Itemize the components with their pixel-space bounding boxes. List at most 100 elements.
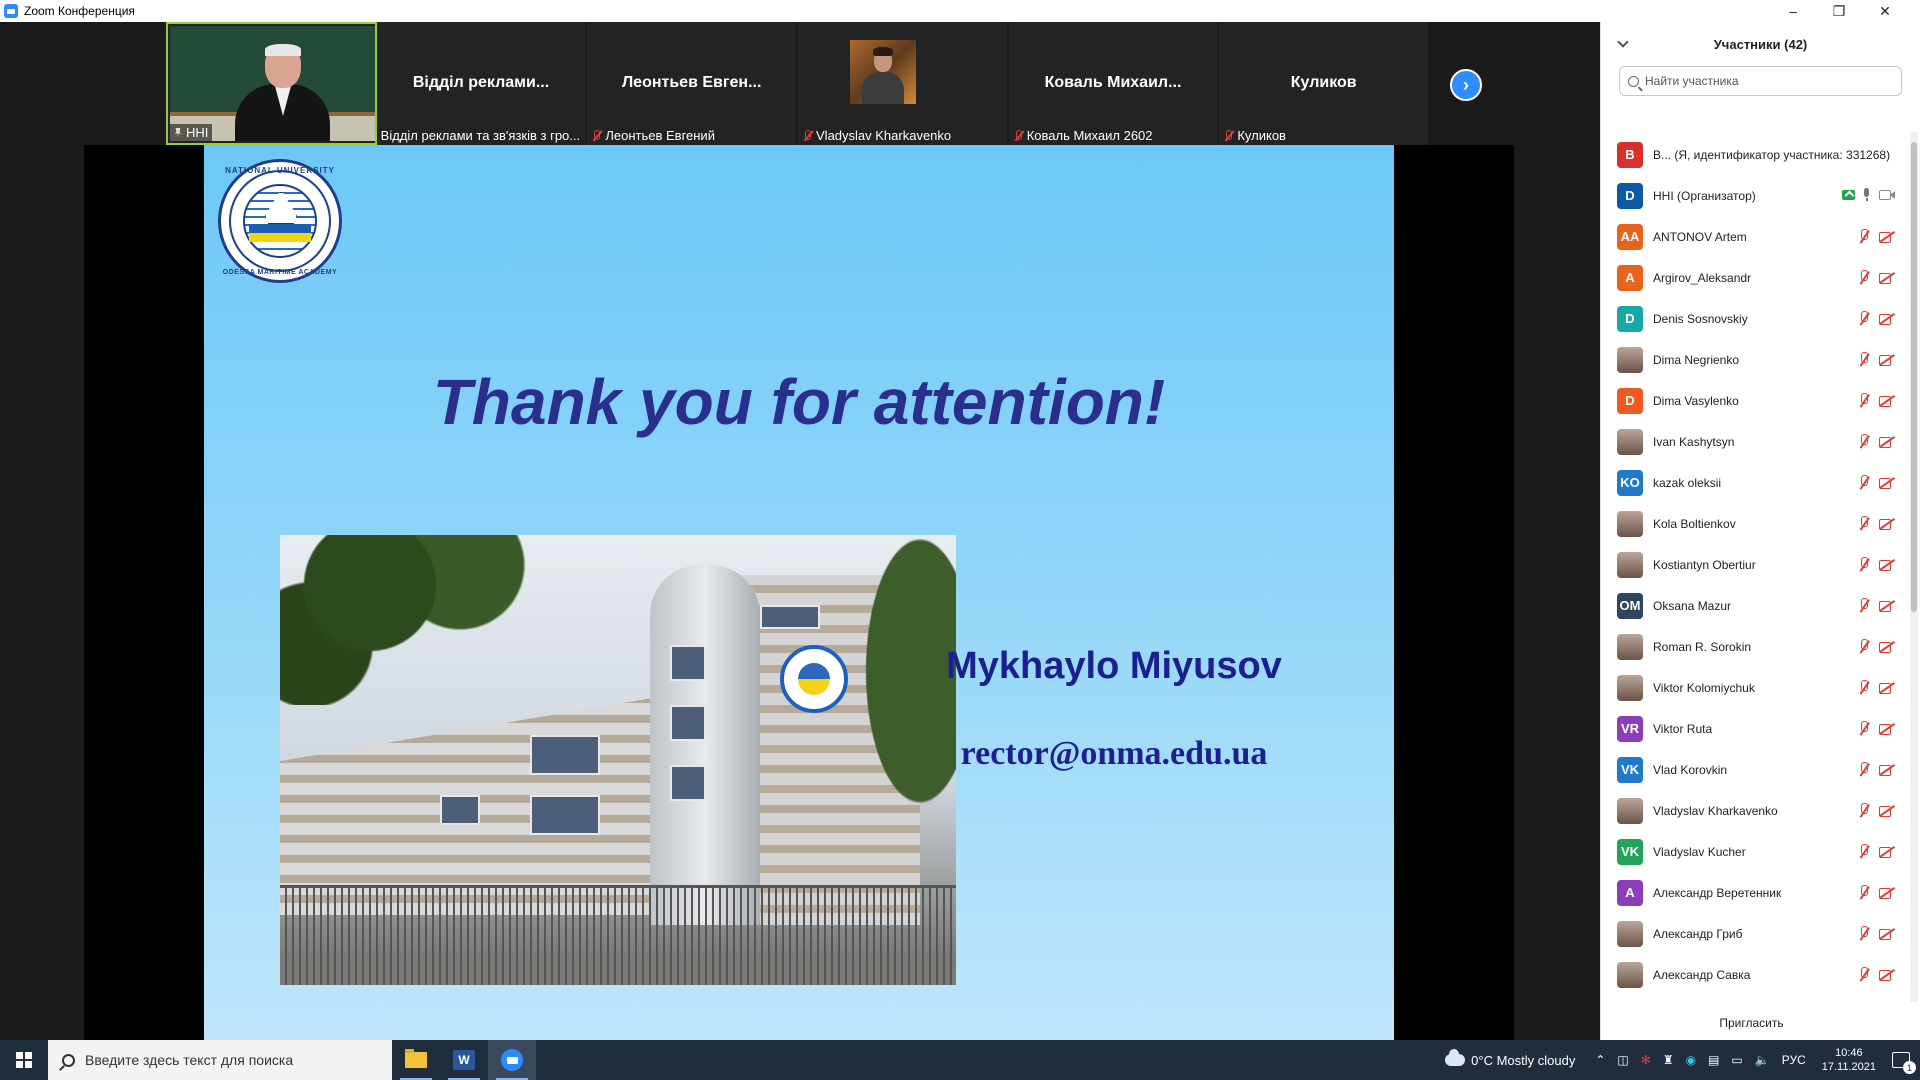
restore-button[interactable]: ❐	[1816, 0, 1862, 22]
camera-off-icon[interactable]	[1879, 477, 1895, 489]
clock[interactable]: 10:46 17.11.2021	[1822, 1046, 1876, 1074]
volume-muted-icon[interactable]: 🔈	[1755, 1053, 1770, 1067]
participant-row[interactable]: Ivan Kashytsyn	[1601, 421, 1903, 462]
camera-off-icon[interactable]	[1879, 805, 1895, 817]
language-indicator[interactable]: РУС	[1782, 1053, 1806, 1067]
tile-big-name: Леонтьев Евген...	[621, 74, 762, 91]
camera-off-icon[interactable]	[1879, 600, 1895, 612]
mic-muted-icon[interactable]	[1857, 557, 1871, 572]
camera-off-icon[interactable]	[1879, 313, 1895, 325]
gallery-strip: ННІ Відділ реклами... Відділ реклами та …	[166, 22, 1431, 145]
mic-muted-icon[interactable]	[1857, 393, 1871, 408]
mic-muted-icon[interactable]	[1857, 885, 1871, 900]
device-icon[interactable]: ◫	[1617, 1053, 1628, 1067]
participant-row[interactable]: D Denis Sosnovskiy	[1601, 298, 1903, 339]
participant-row[interactable]: Александр Савка	[1601, 954, 1903, 995]
mic-muted-icon[interactable]	[1857, 639, 1871, 654]
mic-muted-icon[interactable]	[1857, 844, 1871, 859]
participant-row[interactable]: D ННІ (Организатор)	[1601, 175, 1903, 216]
camera-off-icon[interactable]	[1879, 231, 1895, 243]
invite-button[interactable]: Пригласить	[1601, 1016, 1902, 1030]
video-tile[interactable]: Леонтьев Евген... Леонтьев Евгений	[587, 22, 799, 145]
participants-scrollbar[interactable]	[1910, 132, 1918, 1002]
camera-off-icon[interactable]	[1879, 928, 1895, 940]
mic-muted-icon[interactable]	[1857, 967, 1871, 982]
mic-muted-icon[interactable]	[1857, 598, 1871, 613]
camera-off-icon[interactable]	[1879, 846, 1895, 858]
video-tile-host[interactable]: ННІ	[166, 22, 377, 145]
participant-row[interactable]: D Dima Vasylenko	[1601, 380, 1903, 421]
participant-row[interactable]: VR Viktor Ruta	[1601, 708, 1903, 749]
app-tray-icon[interactable]: ✻	[1641, 1053, 1651, 1067]
participant-row[interactable]: A Argirov_Aleksandr	[1601, 257, 1903, 298]
camera-icon[interactable]	[1879, 189, 1895, 200]
minimize-button[interactable]: –	[1770, 0, 1816, 22]
participant-search[interactable]	[1619, 66, 1902, 96]
mic-muted-icon[interactable]	[1857, 762, 1871, 777]
camera-off-icon[interactable]	[1879, 682, 1895, 694]
participant-row[interactable]: KO kazak oleksii	[1601, 462, 1903, 503]
mic-muted-icon[interactable]	[1857, 434, 1871, 449]
participant-row[interactable]: B В... (Я, идентификатор участника: 33126…	[1601, 134, 1903, 175]
file-explorer-app[interactable]	[392, 1040, 440, 1080]
taskbar-search[interactable]: Введите здесь текст для поиска	[48, 1040, 392, 1080]
camera-off-icon[interactable]	[1879, 518, 1895, 530]
gallery-next-button[interactable]: ›	[1450, 69, 1482, 101]
participant-row[interactable]: VK Vlad Korovkin	[1601, 749, 1903, 790]
participant-status-icons	[1857, 680, 1895, 695]
video-tile[interactable]: Коваль Михаил... Коваль Михаил 2602	[1008, 22, 1220, 145]
video-tile[interactable]: Відділ реклами... Відділ реклами та зв'я…	[376, 22, 588, 145]
participant-row[interactable]: AA ANTONOV Artem	[1601, 216, 1903, 257]
mic-muted-icon[interactable]	[1857, 352, 1871, 367]
participant-row[interactable]: Kostiantyn Obertiur	[1601, 544, 1903, 585]
participant-row[interactable]: Vladyslav Kharkavenko	[1601, 790, 1903, 831]
participant-video	[850, 40, 917, 104]
participant-row[interactable]: Александр Гриб	[1601, 913, 1903, 954]
participant-row[interactable]: A Александр Веретенник	[1601, 872, 1903, 913]
participant-row[interactable]: OM Oksana Mazur	[1601, 585, 1903, 626]
camera-off-icon[interactable]	[1879, 354, 1895, 366]
app-tray-icon[interactable]: ♜	[1663, 1053, 1674, 1067]
participant-row[interactable]: Viktor Kolomiychuk	[1601, 667, 1903, 708]
participant-row[interactable]: Kola Boltienkov	[1601, 503, 1903, 544]
mic-muted-icon[interactable]	[1857, 311, 1871, 326]
weather-text[interactable]: 0°C Mostly cloudy	[1471, 1053, 1575, 1068]
camera-off-icon[interactable]	[1879, 436, 1895, 448]
zoom-app[interactable]	[488, 1040, 536, 1080]
mic-muted-icon[interactable]	[1857, 229, 1871, 244]
app-tray-icon[interactable]: ▤	[1708, 1053, 1719, 1067]
mic-muted-icon[interactable]	[1857, 516, 1871, 531]
mic-muted-icon[interactable]	[1857, 270, 1871, 285]
participant-row[interactable]: VK Vladyslav Kucher	[1601, 831, 1903, 872]
mic-muted-icon[interactable]	[1857, 803, 1871, 818]
network-icon[interactable]: ▭	[1731, 1053, 1742, 1067]
participant-row[interactable]: Roman R. Sorokin	[1601, 626, 1903, 667]
camera-off-icon[interactable]	[1879, 969, 1895, 981]
chevron-down-icon[interactable]	[1617, 36, 1629, 48]
mic-muted-icon[interactable]	[1857, 926, 1871, 941]
avatar: KO	[1617, 469, 1643, 496]
camera-off-icon[interactable]	[1879, 764, 1895, 776]
notifications-icon[interactable]: 1	[1892, 1052, 1916, 1074]
search-input[interactable]	[1645, 74, 1895, 88]
video-tile[interactable]: Куликов Куликов	[1219, 22, 1431, 145]
participant-row[interactable]: Dima Negrienko	[1601, 339, 1903, 380]
mic-muted-icon[interactable]	[1857, 680, 1871, 695]
camera-off-icon[interactable]	[1879, 887, 1895, 899]
mic-muted-icon[interactable]	[1857, 721, 1871, 736]
chevron-up-icon[interactable]: ⌃	[1595, 1053, 1605, 1067]
app-tray-icon[interactable]: ◉	[1686, 1053, 1696, 1067]
tile-label: Куликов	[1223, 128, 1286, 143]
word-app[interactable]: W	[440, 1040, 488, 1080]
camera-off-icon[interactable]	[1879, 559, 1895, 571]
camera-off-icon[interactable]	[1879, 395, 1895, 407]
camera-off-icon[interactable]	[1879, 641, 1895, 653]
start-button[interactable]	[0, 1040, 48, 1080]
camera-off-icon[interactable]	[1879, 272, 1895, 284]
mic-muted-icon[interactable]	[1857, 475, 1871, 490]
camera-off-icon[interactable]	[1879, 723, 1895, 735]
window-title: Zoom Конференция	[24, 4, 135, 18]
mic-icon[interactable]	[1863, 188, 1871, 201]
close-button[interactable]: ✕	[1862, 0, 1908, 22]
video-tile[interactable]: Vladyslav Kharkavenko	[798, 22, 1009, 145]
